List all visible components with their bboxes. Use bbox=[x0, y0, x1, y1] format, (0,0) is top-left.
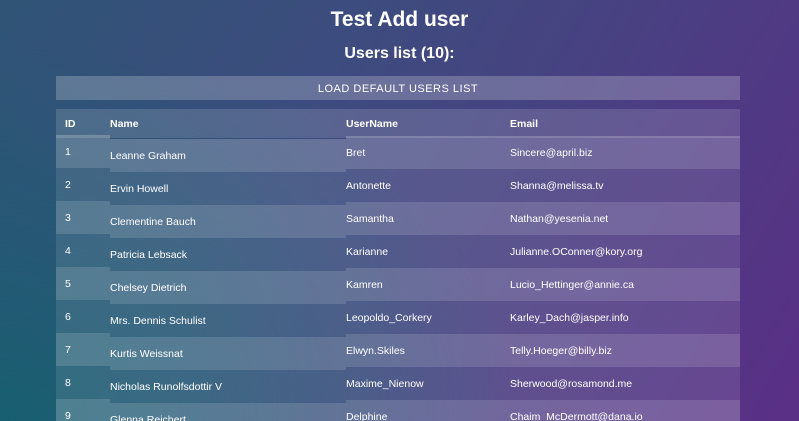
user-username-cell: Delphine bbox=[346, 400, 510, 421]
load-default-users-button[interactable]: LOAD DEFAULT USERS LIST bbox=[56, 76, 740, 100]
user-name-cell: Chelsey Dietrich bbox=[110, 271, 346, 304]
user-name-cell: Kurtis Weissnat bbox=[110, 337, 346, 370]
user-email-cell: Telly.Hoeger@billy.biz bbox=[510, 334, 740, 367]
user-username-cell: Karianne bbox=[346, 235, 510, 268]
user-email-cell: Lucio_Hettinger@annie.ca bbox=[510, 268, 740, 301]
users-table-body: 1 Leanne Graham Bret Sincere@april.biz 2… bbox=[56, 135, 740, 421]
user-username-cell: Leopoldo_Corkery bbox=[346, 301, 510, 334]
user-email-cell: Shanna@melissa.tv bbox=[510, 169, 740, 202]
user-email-cell: Julianne.OConner@kory.org bbox=[510, 235, 740, 268]
table-row: 1 Leanne Graham Bret Sincere@april.biz bbox=[56, 135, 740, 172]
table-row: 9 Glenna Reichert Delphine Chaim_McDermo… bbox=[56, 399, 740, 421]
table-row: 3 Clementine Bauch Samantha Nathan@yesen… bbox=[56, 201, 740, 238]
user-email-cell: Sincere@april.biz bbox=[510, 136, 740, 169]
user-id-cell: 5 bbox=[56, 267, 110, 300]
user-id-cell: 2 bbox=[56, 168, 110, 201]
user-id-cell: 4 bbox=[56, 234, 110, 267]
user-email-cell: Karley_Dach@jasper.info bbox=[510, 301, 740, 334]
column-header-username: UserName bbox=[346, 109, 510, 138]
table-row: 2 Ervin Howell Antonette Shanna@melissa.… bbox=[56, 168, 740, 205]
user-id-cell: 6 bbox=[56, 300, 110, 333]
user-id-cell: 7 bbox=[56, 333, 110, 366]
user-username-cell: Samantha bbox=[346, 202, 510, 235]
user-name-cell: Nicholas Runolfsdottir V bbox=[110, 370, 346, 403]
table-row: 6 Mrs. Dennis Schulist Leopoldo_Corkery … bbox=[56, 300, 740, 337]
user-username-cell: Maxime_Nienow bbox=[346, 367, 510, 400]
user-username-cell: Kamren bbox=[346, 268, 510, 301]
table-row: 4 Patricia Lebsack Karianne Julianne.OCo… bbox=[56, 234, 740, 271]
user-name-cell: Leanne Graham bbox=[110, 139, 346, 172]
column-header-id: ID bbox=[56, 109, 110, 138]
user-username-cell: Bret bbox=[346, 136, 510, 169]
user-name-cell: Patricia Lebsack bbox=[110, 238, 346, 271]
users-table: ID Name UserName Email 1 Leanne Graham B… bbox=[56, 109, 740, 421]
users-list-title: Users list (10): bbox=[344, 45, 455, 62]
user-email-cell: Nathan@yesenia.net bbox=[510, 202, 740, 235]
table-row: 8 Nicholas Runolfsdottir V Maxime_Nienow… bbox=[56, 366, 740, 403]
user-username-cell: Elwyn.Skiles bbox=[346, 334, 510, 367]
user-username-cell: Antonette bbox=[346, 169, 510, 202]
page-title: Test Add user bbox=[330, 8, 469, 31]
user-name-cell: Mrs. Dennis Schulist bbox=[110, 304, 346, 337]
table-row: 5 Chelsey Dietrich Kamren Lucio_Hettinge… bbox=[56, 267, 740, 304]
table-header-row: ID Name UserName Email bbox=[56, 109, 740, 138]
user-name-cell: Clementine Bauch bbox=[110, 205, 346, 238]
user-name-cell: Glenna Reichert bbox=[110, 403, 346, 421]
user-id-cell: 8 bbox=[56, 366, 110, 399]
column-header-name: Name bbox=[110, 109, 346, 138]
user-name-cell: Ervin Howell bbox=[110, 172, 346, 205]
table-row: 7 Kurtis Weissnat Elwyn.Skiles Telly.Hoe… bbox=[56, 333, 740, 370]
user-id-cell: 1 bbox=[56, 135, 110, 168]
user-id-cell: 3 bbox=[56, 201, 110, 234]
user-email-cell: Sherwood@rosamond.me bbox=[510, 367, 740, 400]
user-id-cell: 9 bbox=[56, 399, 110, 421]
column-header-email: Email bbox=[510, 109, 740, 138]
user-email-cell: Chaim_McDermott@dana.io bbox=[510, 400, 740, 421]
